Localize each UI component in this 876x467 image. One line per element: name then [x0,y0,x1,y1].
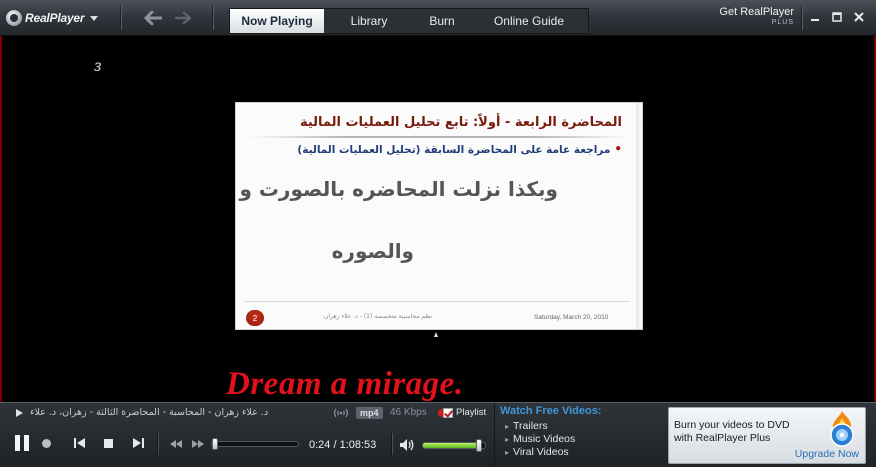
slide-footer: 2 نظم محاسبية متخصصة (1) - د. علاء زهران… [244,301,630,326]
divider [212,6,213,30]
slide-bullet: مراجعة عامة على المحاضرة السابقة (تحليل … [297,142,622,156]
promo-text: Burn your videos to DVD with RealPlayer … [674,419,790,445]
main-tabs: Now Playing Library Burn Online Guide [229,8,589,34]
slide-divider [248,136,630,138]
format-badge: mp4 [356,407,383,419]
maximize-button[interactable] [830,10,844,24]
upgrade-now-link[interactable]: Upgrade Now [795,448,859,460]
stop-button[interactable] [104,439,113,448]
arrow-right-icon [175,12,191,24]
rewind-icon [170,440,182,448]
pause-icon-bar [15,435,20,451]
fast-forward-button[interactable] [190,438,206,450]
logo-text: RealPlayer [25,11,85,25]
arrow-left-icon [144,11,162,25]
presentation-slide: المحاضرة الرابعة - أولاً: تابع تحليل الع… [235,102,643,330]
tab-online-guide[interactable]: Online Guide [470,9,588,33]
watch-link-music-videos[interactable]: Music Videos [505,433,575,445]
promo-line-1: Burn your videos to DVD [674,419,790,431]
slide-number-badge: 2 [246,310,264,326]
signal-icon [332,406,350,420]
slide-overlay-text-line2: والصوره [331,239,414,263]
clip-info-toggle-icon[interactable] [16,409,23,417]
video-display[interactable]: ɜ المحاضرة الرابعة - أولاً: تابع تحليل ا… [2,36,874,402]
seek-bar[interactable] [211,438,299,450]
clip-info-row: د. علاء زهران - المحاسبة - المحاضرة الثا… [0,403,494,423]
pause-button[interactable] [10,431,34,455]
playlist-label[interactable]: Playlist [456,407,486,418]
divider [391,433,392,455]
maximize-icon [832,12,842,22]
divider [801,6,802,30]
seek-handle[interactable] [212,438,218,450]
fast-forward-icon [192,440,204,448]
realplayer-logo-icon [6,10,22,26]
back-button[interactable] [142,8,164,28]
watch-link-viral-videos[interactable]: Viral Videos [505,446,569,458]
burn-dvd-promo[interactable]: Burn your videos to DVD with RealPlayer … [668,407,866,464]
minimize-button[interactable] [808,10,822,24]
previous-button[interactable] [72,436,88,450]
tab-library[interactable]: Library [324,9,414,33]
mute-button[interactable] [399,438,415,452]
watch-link-trailers[interactable]: Trailers [505,420,548,432]
next-button[interactable] [130,436,146,450]
get-realplayer-label: Get RealPlayer [719,6,794,18]
clip-title: د. علاء زهران - المحاسبة - المحاضرة الثا… [30,407,269,418]
slide-title: المحاضرة الرابعة - أولاً: تابع تحليل الع… [299,115,622,130]
control-panel: د. علاء زهران - المحاسبة - المحاضرة الثا… [0,402,876,467]
divider [120,6,121,30]
slide-date: Saturday, March 20, 2010 [534,314,609,321]
skip-previous-icon [74,438,85,448]
promo-line-2: with RealPlayer Plus [674,432,771,444]
realplayer-menu-button[interactable]: RealPlayer [6,7,110,29]
divider [157,433,158,455]
time-display: 0:24 / 1:08:53 [309,439,377,451]
title-bar: RealPlayer Now Playing Library Burn Onli… [0,0,876,36]
pause-icon-bar [24,435,29,451]
burn-disc-icon [830,411,854,447]
watch-free-videos-panel: Watch Free Videos: Trailers Music Videos… [494,403,664,467]
rewind-button[interactable] [168,438,184,450]
tab-now-playing[interactable]: Now Playing [230,9,324,33]
skip-next-icon [133,438,144,448]
watermark-text: Dream a mirage. [226,366,464,402]
bitrate-label: 46 Kbps [390,407,427,418]
tab-burn[interactable]: Burn [414,9,470,33]
forward-button[interactable] [172,8,194,28]
volume-slider[interactable] [422,439,486,452]
close-icon [854,12,864,22]
slide-overlay-text-line1: وبكذا نزلت المحاضره بالصورت و [239,177,558,201]
playlist-checkbox[interactable] [443,408,453,418]
plus-label: PLUS [771,19,794,26]
slide-footer-text: نظم محاسبية متخصصة (1) - د. علاء زهران [324,313,432,320]
close-button[interactable] [852,10,866,24]
stray-mark: ɜ [94,58,102,75]
watch-free-videos-title: Watch Free Videos: [500,405,602,417]
mouse-cursor-icon [434,332,438,337]
record-button[interactable] [42,439,51,448]
volume-handle[interactable] [476,439,482,452]
volume-level [423,443,482,448]
slide-edge [636,103,642,329]
minimize-icon [811,19,819,21]
get-realplayer-plus-link[interactable]: Get RealPlayer PLUS [706,7,794,27]
speaker-icon [400,439,414,451]
chevron-down-icon [90,15,99,21]
